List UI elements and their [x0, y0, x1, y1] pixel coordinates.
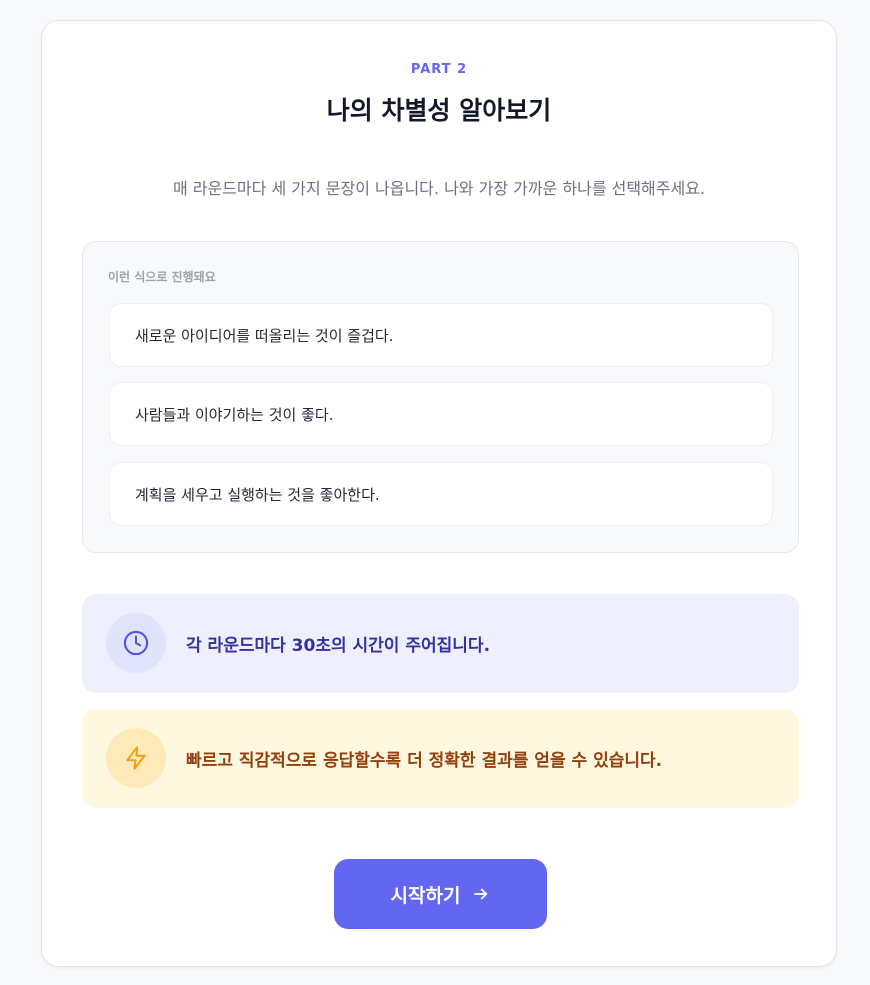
lightning-icon [106, 728, 166, 788]
start-button[interactable]: 시작하기 [334, 859, 547, 929]
arrow-right-icon [472, 885, 490, 903]
time-notice: 각 라운드마다 30초의 시간이 주어집니다. [82, 594, 799, 693]
clock-icon [106, 613, 166, 673]
part-label: PART 2 [410, 62, 468, 77]
time-notice-text: 각 라운드마다 30초의 시간이 주어집니다. [186, 636, 491, 656]
example-option-2[interactable]: 사람들과 이야기하는 것이 좋다. [109, 382, 773, 446]
speed-notice-text: 빠르고 직감적으로 응답할수록 더 정확한 결과를 얻을 수 있습니다. [186, 751, 663, 771]
example-option-3[interactable]: 계획을 세우고 실행하는 것을 좋아한다. [109, 462, 773, 526]
intro-card: PART 2 나의 차별성 알아보기 매 라운드마다 세 가지 문장이 나옵니다… [41, 20, 837, 967]
example-option-1[interactable]: 새로운 아이디어를 떠올리는 것이 즐겁다. [109, 303, 773, 367]
start-button-label: 시작하기 [390, 884, 461, 907]
example-box: 이런 식으로 진행돼요 새로운 아이디어를 떠올리는 것이 즐겁다. 사람들과 … [82, 241, 799, 553]
speed-notice: 빠르고 직감적으로 응답할수록 더 정확한 결과를 얻을 수 있습니다. [82, 709, 799, 808]
example-title: 이런 식으로 진행돼요 [108, 270, 216, 284]
page-title: 나의 차별성 알아보기 [326, 96, 552, 125]
page-subtitle: 매 라운드마다 세 가지 문장이 나옵니다. 나와 가장 가까운 하나를 선택해… [172, 179, 706, 198]
